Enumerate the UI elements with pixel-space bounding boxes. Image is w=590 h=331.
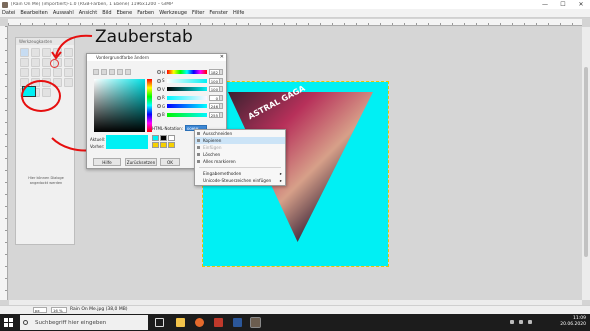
channel-sliders: H 182 S 100 V 100 R 0 G 246 B 255 bbox=[157, 68, 225, 119]
menu-item-label: Löschen bbox=[203, 152, 221, 157]
current-label: Aktuell: bbox=[90, 137, 106, 142]
menu-item-delete[interactable]: Löschen bbox=[195, 151, 285, 158]
channel-radio[interactable] bbox=[157, 87, 161, 92]
ok-button[interactable]: OK bbox=[160, 158, 180, 166]
unit-select[interactable]: px bbox=[33, 307, 47, 313]
menu-item-label: Ausschneiden bbox=[203, 131, 233, 136]
search-icon bbox=[23, 320, 28, 325]
history-swatch[interactable] bbox=[152, 135, 159, 141]
channel-value[interactable]: 100 bbox=[209, 86, 220, 93]
channel-value[interactable]: 255 bbox=[209, 111, 220, 118]
windows-taskbar: Suchbegriff hier eingeben 11:09 20.06.20… bbox=[0, 314, 590, 331]
slider-row-b: B 255 bbox=[157, 111, 225, 120]
cut-icon bbox=[197, 132, 200, 135]
spin-button[interactable] bbox=[220, 69, 223, 76]
word-icon[interactable] bbox=[233, 318, 242, 327]
watercolor-picker-tab[interactable] bbox=[117, 69, 123, 75]
submenu-arrow-icon: ▸ bbox=[279, 178, 282, 183]
clock[interactable]: 11:09 20.06.2020 bbox=[560, 316, 586, 328]
slider-row-s: S 100 bbox=[157, 77, 225, 86]
history-swatch[interactable] bbox=[168, 142, 175, 148]
task-view-icon[interactable] bbox=[155, 318, 164, 327]
help-button[interactable]: Hilfe bbox=[93, 158, 121, 166]
office-icon[interactable] bbox=[214, 318, 223, 327]
channel-radio[interactable] bbox=[157, 70, 161, 75]
previous-label: Vorher: bbox=[90, 144, 105, 149]
red-slider[interactable] bbox=[167, 95, 207, 100]
volume-icon[interactable] bbox=[528, 320, 532, 324]
channel-value[interactable]: 0 bbox=[209, 94, 220, 101]
saturation-slider[interactable] bbox=[167, 78, 207, 83]
spin-button[interactable] bbox=[220, 103, 223, 110]
search-placeholder: Suchbegriff hier eingeben bbox=[35, 319, 107, 326]
color-picker-tabs bbox=[93, 69, 131, 75]
blue-slider[interactable] bbox=[167, 112, 207, 117]
html-notation-label: HTML-Notation: bbox=[152, 125, 183, 131]
history-swatch[interactable] bbox=[160, 142, 167, 148]
gimp-taskbar-icon[interactable] bbox=[250, 317, 261, 328]
channel-radio[interactable] bbox=[157, 104, 161, 109]
spin-button[interactable] bbox=[220, 86, 223, 93]
spin-button[interactable] bbox=[220, 77, 223, 84]
clock-date: 20.06.2020 bbox=[560, 322, 586, 327]
channel-value[interactable]: 182 bbox=[209, 69, 220, 76]
history-swatch[interactable] bbox=[152, 142, 159, 148]
channel-radio[interactable] bbox=[157, 112, 161, 117]
submenu-arrow-icon: ▸ bbox=[279, 171, 282, 176]
reset-button[interactable]: Zurücksetzen bbox=[125, 158, 157, 166]
color-dialog-title: Vordergrundfarbe ändern bbox=[87, 54, 226, 61]
file-info: Rain On Me.jpg (38,0 MB) bbox=[70, 307, 128, 312]
menu-item-paste[interactable]: Einfügen bbox=[195, 144, 285, 151]
current-color-swatch bbox=[106, 135, 148, 142]
context-menu: Ausschneiden Kopieren Einfügen Löschen A… bbox=[194, 129, 286, 186]
cmyk-picker-tab[interactable] bbox=[101, 69, 107, 75]
menu-item-select-all[interactable]: Alles markieren bbox=[195, 158, 285, 165]
history-swatch[interactable] bbox=[160, 135, 167, 141]
channel-value[interactable]: 100 bbox=[209, 77, 220, 84]
green-slider[interactable] bbox=[167, 104, 207, 109]
system-tray bbox=[510, 320, 532, 324]
menu-item-label: Kopieren bbox=[203, 138, 222, 143]
firefox-icon[interactable] bbox=[195, 318, 204, 327]
menu-item-label: Alles markieren bbox=[203, 159, 236, 164]
paste-icon bbox=[197, 146, 200, 149]
network-icon[interactable] bbox=[519, 320, 523, 324]
chevron-up-icon[interactable] bbox=[510, 320, 514, 324]
slider-row-g: G 246 bbox=[157, 102, 225, 111]
gimp-picker-tab[interactable] bbox=[93, 69, 99, 75]
taskbar-search[interactable]: Suchbegriff hier eingeben bbox=[20, 315, 148, 330]
spin-button[interactable] bbox=[220, 94, 223, 101]
history-swatch[interactable] bbox=[168, 135, 175, 141]
windows-start-icon[interactable] bbox=[4, 318, 13, 327]
menu-item-label: Unicode-Steuerzeichen einfügen bbox=[203, 178, 272, 183]
file-explorer-icon[interactable] bbox=[176, 318, 185, 327]
previous-color-swatch bbox=[106, 142, 148, 149]
hue-slider[interactable] bbox=[167, 70, 207, 75]
value-slider[interactable] bbox=[167, 87, 207, 92]
menu-item-copy[interactable]: Kopieren bbox=[195, 137, 285, 144]
select-all-icon bbox=[197, 160, 200, 163]
delete-icon bbox=[197, 153, 200, 156]
spin-button[interactable] bbox=[220, 111, 223, 118]
close-icon[interactable]: ✕ bbox=[220, 54, 224, 60]
zoom-select[interactable]: 16 % bbox=[51, 307, 67, 313]
menu-item-cut[interactable]: Ausschneiden bbox=[195, 130, 285, 137]
scales-picker-tab[interactable] bbox=[125, 69, 131, 75]
slider-row-r: R 0 bbox=[157, 94, 225, 103]
color-field[interactable] bbox=[94, 79, 145, 132]
slider-row-h: H 182 bbox=[157, 68, 225, 77]
triangle-picker-tab[interactable] bbox=[109, 69, 115, 75]
menu-item-label: Einfügen bbox=[203, 145, 222, 150]
status-bar: px 16 % Rain On Me.jpg (38,0 MB) bbox=[0, 305, 590, 314]
menu-item-label: Eingabemethoden bbox=[203, 171, 242, 176]
copy-icon bbox=[197, 139, 200, 142]
color-history bbox=[152, 135, 175, 148]
menu-separator bbox=[199, 167, 281, 168]
channel-radio[interactable] bbox=[157, 95, 161, 100]
channel-radio[interactable] bbox=[157, 78, 161, 83]
channel-value[interactable]: 246 bbox=[209, 103, 220, 110]
menu-item-input-methods[interactable]: Eingabemethoden ▸ bbox=[195, 170, 285, 177]
menu-item-unicode[interactable]: Unicode-Steuerzeichen einfügen ▸ bbox=[195, 177, 285, 184]
slider-row-v: V 100 bbox=[157, 85, 225, 94]
